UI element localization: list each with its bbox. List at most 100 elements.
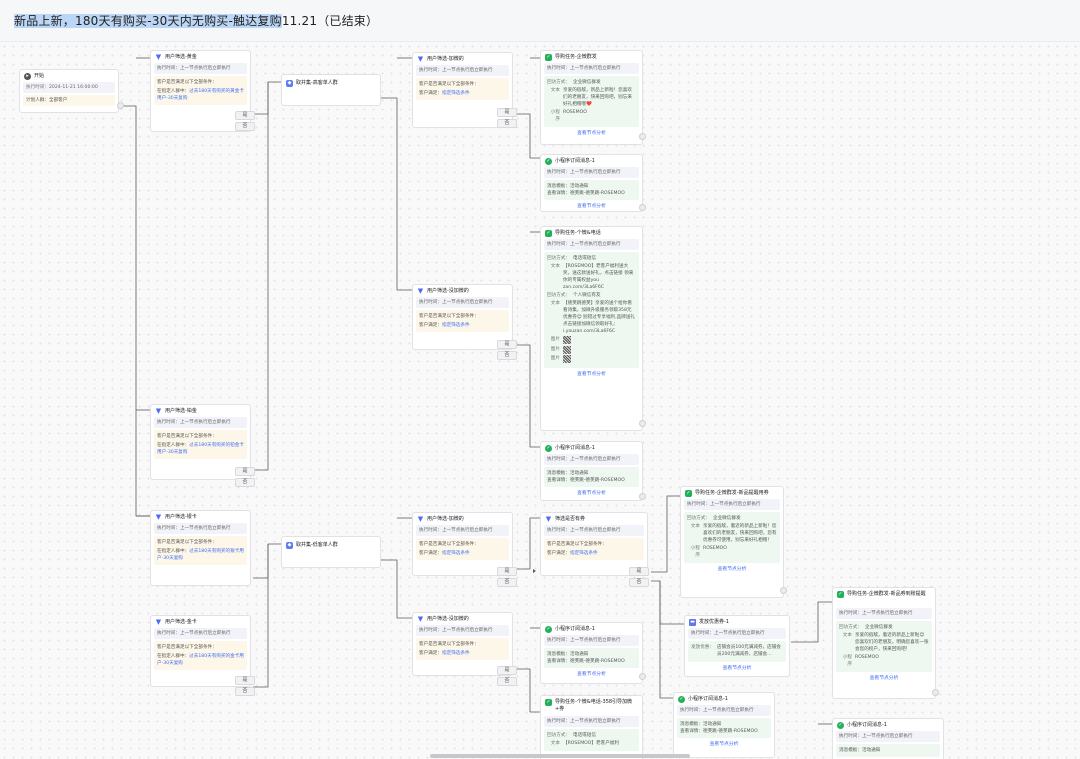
node-analysis-link[interactable]: 查看节点分析 [674, 741, 774, 748]
add-node-dot[interactable] [117, 102, 124, 109]
exec-value: 上一节点执行后立即执行 [709, 502, 761, 507]
task-node-personal[interactable]: ✓ 导购任务-个微&电话 执行时间：上一节点执行后立即执行 回访方式： 电话或短信 … [540, 226, 643, 431]
start-plan-label: 计划人群： [26, 98, 49, 103]
task-node-wecom[interactable]: ✓ 导购任务-企微群发 执行时间：上一节点执行后立即执行 回访方式： 企业微信群发 … [540, 50, 643, 145]
task-title: 导购任务-企微群发 [555, 53, 597, 60]
branch-no[interactable]: 否 [497, 578, 517, 587]
add-node-dot[interactable] [639, 493, 646, 500]
branch-no[interactable]: 否 [235, 122, 255, 131]
cond-title: 客户是否满足以下全部条件： [419, 82, 479, 87]
merge-node-low[interactable]: ◆ 取并集-低客单人群 [281, 536, 381, 568]
branch-yes[interactable]: 是 [497, 666, 517, 675]
flow-canvas[interactable]: ▸ 开始 执行时间：2024-11-21 16:00:00 计划人群：全部客户 ▼… [0, 42, 1080, 759]
branch-yes[interactable]: 是 [235, 111, 255, 120]
merge-node-high[interactable]: ◆ 取并集-高客单人群 [281, 74, 381, 106]
branch-no[interactable]: 否 [235, 478, 255, 487]
task-title: 小程序订阅消息-1 [847, 721, 887, 728]
exec-label: 执行时间： [157, 66, 180, 71]
task-icon: ✓ [837, 591, 844, 598]
text-value: 亲爱的宿敌，着近的新品上新啦！您喜欢们的老朋友，快来回购吧，您有优惠券可使用，别… [703, 524, 777, 543]
task-node-wecom-coupon-arrival[interactable]: ✓ 导购任务-企微群发-新品券到账提醒 执行时间：上一节点执行后立即执行 回访方式… [832, 587, 936, 699]
mini-program-node[interactable]: ✓ 小程序订阅消息-1 执行时间：上一节点执行后立即执行 消息模板：活动通知 查看… [540, 154, 643, 212]
node-analysis-link[interactable]: 查看节点分析 [685, 665, 789, 672]
task-title: 小程序订阅消息-1 [688, 695, 728, 702]
cond-key: 客户满足： [419, 551, 442, 556]
text-label: 文本 [550, 741, 560, 746]
task-node-personal-coupon[interactable]: ✓ 导购任务-个微&电话-358引导加微+券 执行时间：上一节点执行后立即执行 回… [540, 695, 643, 759]
funnel-icon: ▼ [155, 617, 162, 626]
template-label: 消息模板： [547, 652, 570, 657]
add-node-dot[interactable] [639, 204, 646, 211]
cond-title: 客户是否满足以下全部条件： [547, 542, 607, 547]
exec-label: 执行时间： [547, 528, 570, 533]
mini-program-node[interactable]: ✓ 小程序订阅消息-1 执行时间：上一节点执行后立即执行 消息模板：活动通知 查看… [540, 441, 643, 501]
image-label: 图片 [550, 356, 560, 361]
coupon-value: 店铺会员100元满减券，店铺会员200元满减券，店铺会… [716, 645, 781, 657]
page-title: 新品上新，180天有购买-30天内无购买-触达复购11.21（已结束） [14, 12, 378, 30]
node-analysis-link[interactable]: 查看节点分析 [541, 490, 642, 497]
funnel-icon: ▼ [155, 406, 162, 415]
send-method-value: 企业微信群发 [864, 625, 893, 630]
branch-no[interactable]: 否 [497, 677, 517, 686]
image-label: 图片 [550, 346, 560, 352]
add-node-dot[interactable] [639, 673, 646, 680]
template-value: 活动通知 [569, 471, 589, 476]
start-icon: ▸ [24, 72, 31, 80]
exec-label: 执行时间： [839, 611, 862, 616]
node-analysis-link[interactable]: 查看节点分析 [541, 671, 642, 678]
branch-no[interactable]: 否 [497, 351, 517, 360]
exec-value: 上一节点执行后立即执行 [179, 631, 231, 636]
add-node-dot[interactable] [932, 689, 939, 696]
branch-yes[interactable]: 是 [629, 567, 649, 576]
branch-yes[interactable]: 是 [497, 340, 517, 349]
exec-label: 执行时间： [547, 242, 570, 247]
exec-value: 上一节点执行后立即执行 [569, 638, 621, 643]
branch-yes[interactable]: 是 [497, 108, 517, 117]
cond-title: 客户是否满足以下全部条件： [157, 645, 217, 650]
start-node[interactable]: ▸ 开始 执行时间：2024-11-21 16:00:00 计划人群：全部客户 [19, 69, 119, 113]
filter-node-silver[interactable]: ▼ 用户筛选-银卡 执行时间：上一节点执行后立即执行 客户是否满足以下全部条件： 在… [150, 510, 251, 586]
mini-label: 小程序 [550, 110, 560, 122]
branch-no[interactable]: 否 [497, 119, 517, 128]
node-analysis-link[interactable]: 查看节点分析 [681, 566, 783, 573]
cond-key: 在指定人群中： [157, 654, 190, 659]
add-node-dot[interactable] [639, 420, 646, 427]
branch-yes[interactable]: 是 [235, 467, 255, 476]
text-value: 亲爱的宿敌，着近的新品上新啦😊 您喜欢们的老朋友，明确您喜欢一张会您的权户，快来… [855, 633, 929, 652]
image-thumbnail[interactable] [563, 355, 571, 363]
exec-label: 执行时间： [419, 300, 442, 305]
branch-yes[interactable]: 是 [497, 567, 517, 576]
detail-label: 查看详情： [547, 191, 570, 196]
node-analysis-link[interactable]: 查看节点分析 [541, 371, 642, 378]
add-node-dot[interactable] [639, 133, 646, 140]
exec-label: 执行时间： [691, 631, 714, 636]
mini-program-node[interactable]: ✓ 小程序订阅消息-1 执行时间：上一节点执行后立即执行 消息模板：活动通知 查看… [540, 622, 643, 684]
mini-program-node[interactable]: ✓ 小程序订阅消息-1 执行时间：上一节点执行后立即执行 消息模板：活动通知 查看… [673, 692, 775, 758]
cond-key: 在指定人群中： [157, 443, 190, 448]
exec-label: 执行时间： [547, 457, 570, 462]
coupon-node[interactable]: ▬ 发放优惠券-1 执行时间：上一节点执行后立即执行 发放优惠： 店铺会员100元满… [684, 615, 790, 677]
node-analysis-link[interactable]: 查看节点分析 [541, 203, 642, 210]
detail-value: 德芙跳-德芙跳-ROSEMOO [569, 478, 625, 483]
coupon-label: 发放优惠： [691, 645, 714, 650]
exec-label: 执行时间： [547, 638, 570, 643]
add-node-dot[interactable] [780, 587, 787, 594]
horizontal-scrollbar[interactable] [430, 754, 690, 758]
task-node-wecom-coupon-reminder[interactable]: ✓ 导购任务-企微群发-新品提醒用券 执行时间：上一节点执行后立即执行 回访方式：… [680, 486, 784, 598]
branch-yes[interactable]: 是 [235, 676, 255, 685]
image-thumbnail[interactable] [563, 336, 571, 344]
template-label: 消息模板： [547, 184, 570, 189]
branch-no[interactable]: 否 [235, 687, 255, 696]
mini-program-node[interactable]: ✓ 小程序订阅消息-1 执行时间：上一节点执行后立即执行 消息模板：活动通知 [832, 718, 944, 759]
branch-no[interactable]: 否 [629, 578, 649, 587]
image-thumbnail[interactable] [563, 345, 571, 354]
exec-label: 执行时间： [547, 719, 570, 724]
mini-program-icon: ✓ [837, 721, 844, 729]
template-label: 消息模板： [680, 722, 703, 727]
text-value: 【ROSEMOO】老客户福利 [563, 741, 619, 746]
merge-title: 取并集-高客单人群 [296, 79, 338, 86]
template-label: 消息模板： [839, 748, 862, 753]
send-method-label: 回访方式： [547, 733, 570, 738]
node-analysis-link[interactable]: 查看节点分析 [541, 130, 642, 137]
node-analysis-link[interactable]: 查看节点分析 [833, 675, 935, 682]
